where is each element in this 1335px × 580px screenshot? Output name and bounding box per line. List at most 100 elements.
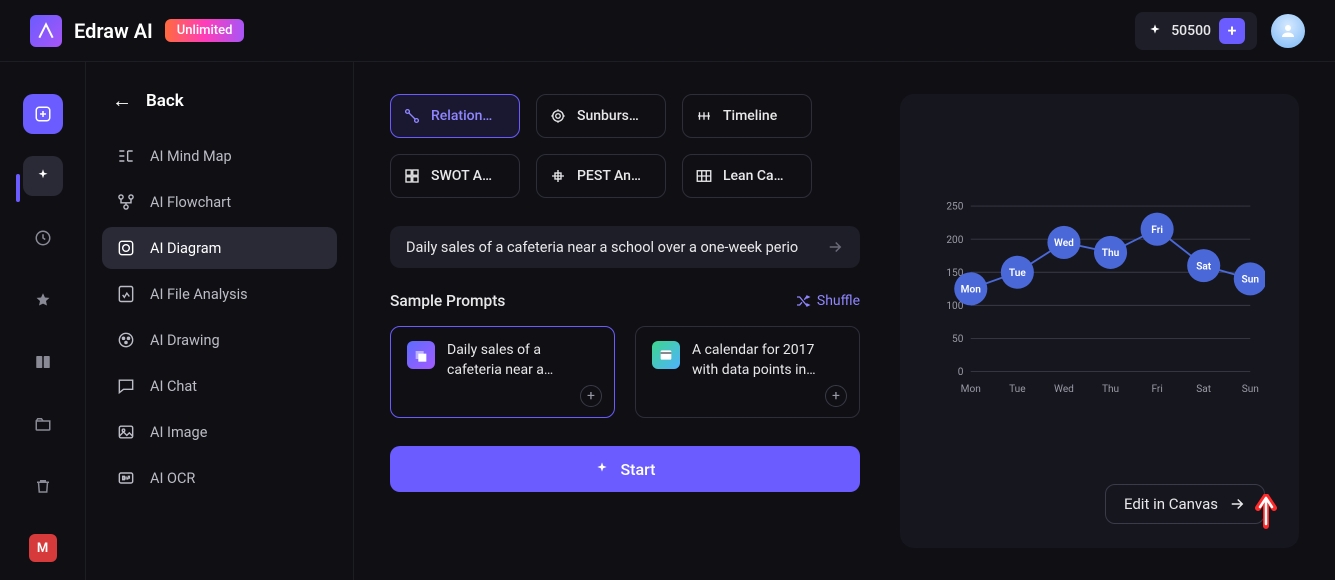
- svg-text:Thu: Thu: [1102, 384, 1119, 395]
- svg-text:200: 200: [946, 235, 963, 246]
- sample-text: Daily sales of a cafeteria near a…: [447, 341, 598, 403]
- sample-card-0[interactable]: Daily sales of a cafeteria near a… +: [390, 326, 615, 418]
- mindmap-icon: [116, 146, 136, 166]
- sidebar-item-label: AI Drawing: [150, 332, 220, 349]
- svg-text:Thu: Thu: [1102, 248, 1120, 259]
- svg-text:Mon: Mon: [961, 384, 981, 395]
- brand[interactable]: Edraw AI Unlimited: [30, 15, 244, 47]
- rail-recent-button[interactable]: [23, 218, 63, 258]
- rail-ai-button[interactable]: [23, 156, 63, 196]
- sample-card-1[interactable]: A calendar for 2017 with data points in……: [635, 326, 860, 418]
- preview-panel: 050100150200250MonTueWedThuFriSatSunMonT…: [900, 94, 1299, 548]
- chip-sunburst[interactable]: Sunburs…: [536, 94, 666, 138]
- sidebar-item-diagram[interactable]: AI Diagram: [102, 227, 337, 269]
- svg-text:100: 100: [946, 301, 963, 312]
- svg-text:Sun: Sun: [1242, 275, 1260, 286]
- submit-arrow-icon[interactable]: [826, 238, 844, 256]
- edit-in-canvas-button[interactable]: Edit in Canvas: [1105, 484, 1265, 524]
- relation-icon: [403, 107, 421, 125]
- sidebar-item-mindmap[interactable]: AI Mind Map: [102, 135, 337, 177]
- rail-files-button[interactable]: [23, 404, 63, 444]
- back-arrow-icon: ←: [112, 88, 132, 113]
- file-analysis-icon: [116, 284, 136, 304]
- sidebar-item-label: AI Flowchart: [150, 194, 231, 211]
- svg-text:Wed: Wed: [1054, 384, 1074, 395]
- rail: M: [0, 62, 86, 580]
- svg-text:Mon: Mon: [961, 284, 982, 295]
- chip-label: PEST An…: [577, 168, 641, 184]
- sidebar: ← Back AI Mind Map AI Flowchart AI Diagr…: [86, 62, 354, 580]
- prompt-text: Daily sales of a cafeteria near a school…: [406, 239, 826, 256]
- chip-label: Timeline: [723, 108, 777, 124]
- back-label: Back: [146, 91, 184, 111]
- rail-trash-button[interactable]: [23, 466, 63, 506]
- chat-icon: [116, 376, 136, 396]
- add-credits-button[interactable]: +: [1219, 18, 1245, 44]
- plan-badge: Unlimited: [165, 19, 245, 42]
- brand-logo-icon: [30, 15, 62, 47]
- rail-templates-button[interactable]: [23, 342, 63, 382]
- brand-name: Edraw AI: [74, 19, 153, 43]
- svg-text:250: 250: [946, 202, 963, 213]
- chip-label: Lean Ca…: [723, 168, 783, 184]
- chip-timeline[interactable]: Timeline: [682, 94, 812, 138]
- rail-favorites-button[interactable]: [23, 280, 63, 320]
- avatar[interactable]: [1271, 14, 1305, 48]
- sidebar-item-chat[interactable]: AI Chat: [102, 365, 337, 407]
- sidebar-item-ocr[interactable]: AI OCR: [102, 457, 337, 499]
- shuffle-button[interactable]: Shuffle: [795, 293, 860, 309]
- preview-chart: 050100150200250MonTueWedThuFriSatSunMonT…: [934, 124, 1265, 472]
- user-icon: [1279, 22, 1297, 40]
- edit-canvas-label: Edit in Canvas: [1124, 495, 1218, 513]
- chip-label: Sunburs…: [577, 108, 639, 124]
- svg-text:0: 0: [958, 367, 964, 378]
- start-button[interactable]: Start: [390, 446, 860, 492]
- sidebar-item-label: AI File Analysis: [150, 286, 248, 303]
- shuffle-label: Shuffle: [817, 293, 860, 309]
- chip-swot[interactable]: SWOT A…: [390, 154, 520, 198]
- rail-bottom-badge[interactable]: M: [29, 534, 57, 562]
- chip-relation[interactable]: Relation…: [390, 94, 520, 138]
- svg-text:50: 50: [952, 334, 964, 345]
- sample-text: A calendar for 2017 with data points in…: [692, 341, 843, 403]
- credits-value: 50500: [1171, 23, 1211, 39]
- svg-text:Sat: Sat: [1196, 261, 1212, 272]
- sparkle-icon: [1147, 23, 1163, 39]
- sample-icon: [407, 341, 435, 369]
- svg-text:Fri: Fri: [1151, 384, 1162, 395]
- lean-canvas-icon: [695, 167, 713, 185]
- sidebar-item-label: AI Image: [150, 424, 207, 441]
- sidebar-item-label: AI OCR: [150, 470, 195, 487]
- diagram-type-chips: Relation… Sunburs… Timeline SWOT A… PEST…: [390, 94, 860, 198]
- rail-new-button[interactable]: [23, 94, 63, 134]
- chip-label: SWOT A…: [431, 168, 492, 184]
- sidebar-item-label: AI Mind Map: [150, 148, 232, 165]
- svg-text:Wed: Wed: [1054, 238, 1074, 249]
- pest-icon: [549, 167, 567, 185]
- image-icon: [116, 422, 136, 442]
- sample-add-button[interactable]: +: [580, 385, 602, 407]
- back-button[interactable]: ← Back: [102, 88, 337, 135]
- sidebar-item-file-analysis[interactable]: AI File Analysis: [102, 273, 337, 315]
- flowchart-icon: [116, 192, 136, 212]
- sunburst-icon: [549, 107, 567, 125]
- sidebar-item-drawing[interactable]: AI Drawing: [102, 319, 337, 361]
- arrow-right-icon: [1228, 495, 1246, 513]
- main: Relation… Sunburs… Timeline SWOT A… PEST…: [354, 62, 1335, 580]
- credits-pill[interactable]: 50500 +: [1135, 12, 1257, 50]
- chip-label: Relation…: [431, 108, 492, 124]
- sidebar-item-flowchart[interactable]: AI Flowchart: [102, 181, 337, 223]
- start-label: Start: [620, 460, 655, 479]
- chip-pest[interactable]: PEST An…: [536, 154, 666, 198]
- ocr-icon: [116, 468, 136, 488]
- cursor-callout-icon: [1251, 494, 1281, 538]
- prompt-input[interactable]: Daily sales of a cafeteria near a school…: [390, 226, 860, 268]
- sidebar-item-image[interactable]: AI Image: [102, 411, 337, 453]
- chip-lean-canvas[interactable]: Lean Ca…: [682, 154, 812, 198]
- svg-text:Sun: Sun: [1242, 384, 1259, 395]
- svg-text:Sat: Sat: [1196, 384, 1211, 395]
- drawing-icon: [116, 330, 136, 350]
- rail-active-indicator: [16, 174, 20, 202]
- svg-text:Fri: Fri: [1151, 225, 1163, 236]
- sample-add-button[interactable]: +: [825, 385, 847, 407]
